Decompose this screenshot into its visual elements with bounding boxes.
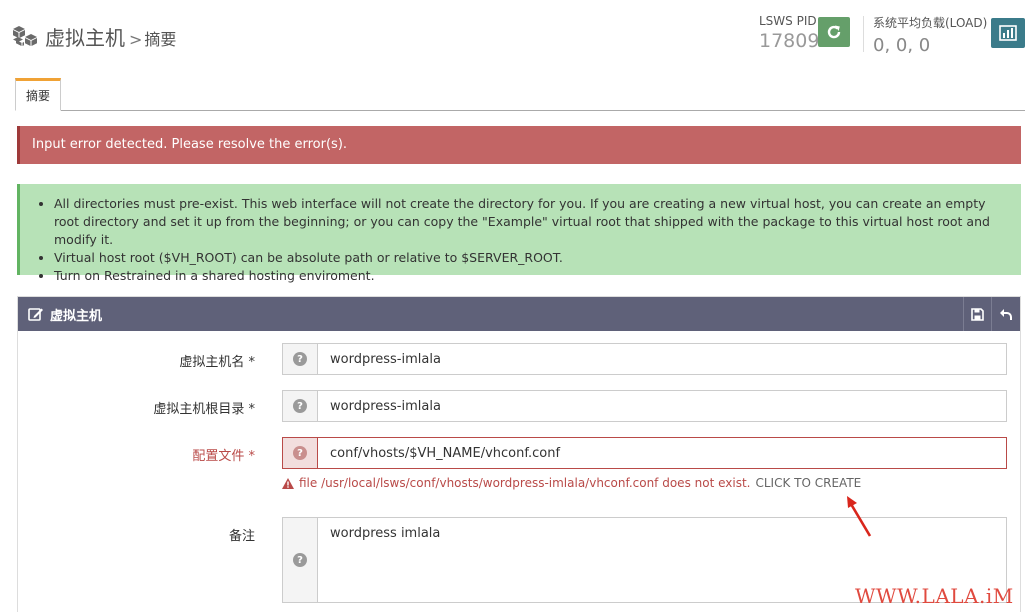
click-to-create-link[interactable]: CLICK TO CREATE	[755, 476, 861, 490]
cubes-icon	[13, 26, 37, 46]
panel-title: 虚拟主机	[28, 305, 102, 324]
panel-header: 虚拟主机	[18, 297, 1020, 331]
annotation-arrow	[847, 496, 872, 537]
question-circle-icon: ?	[293, 446, 307, 460]
load-block: 系统平均负载(LOAD) 0, 0, 0	[873, 14, 987, 56]
tab-summary[interactable]: 摘要	[15, 78, 61, 111]
edit-icon	[28, 308, 43, 321]
notes-help[interactable]: ?	[282, 517, 318, 603]
pid-label: LSWS PID	[759, 14, 817, 28]
breadcrumb-current: 摘要	[144, 30, 177, 49]
panel-title-text: 虚拟主机	[50, 309, 103, 324]
vhost-root-help[interactable]: ?	[282, 390, 318, 422]
question-circle-icon: ?	[293, 553, 307, 567]
save-button[interactable]	[963, 297, 991, 331]
bar-chart-icon	[999, 25, 1017, 41]
notes-label: 备注	[228, 529, 255, 544]
config-file-help[interactable]: ?	[282, 437, 318, 469]
config-file-label: 配置文件 *	[192, 449, 255, 464]
vhost-name-label: 虚拟主机名 *	[179, 355, 255, 370]
info-alert: All directories must pre-exist. This web…	[17, 184, 1021, 283]
info-item: Virtual host root ($VH_ROOT) can be abso…	[54, 249, 1001, 267]
breadcrumb: 虚拟主机 > 摘要	[45, 22, 176, 51]
breadcrumb-separator: >	[129, 30, 143, 49]
pid-block: LSWS PID 17809	[759, 14, 819, 52]
load-value: 0, 0, 0	[873, 35, 931, 56]
refresh-icon	[827, 25, 841, 39]
page-title: 虚拟主机	[45, 26, 125, 50]
pid-value: 17809	[759, 30, 820, 52]
vhost-root-label: 虚拟主机根目录 *	[153, 402, 255, 417]
save-icon	[971, 307, 984, 321]
info-item: All directories must pre-exist. This web…	[54, 195, 1001, 249]
question-circle-icon: ?	[293, 352, 307, 366]
header-divider	[863, 16, 864, 52]
watermark: WWW.LALA.iM	[855, 584, 1014, 608]
question-circle-icon: ?	[293, 399, 307, 413]
tab-bar: 摘要	[15, 78, 1025, 111]
error-text: file /usr/local/lsws/conf/vhosts/wordpre…	[299, 476, 751, 490]
page-header: 虚拟主机 > 摘要 LSWS PID 17809 系统平均负载(LOAD) 0, 0…	[0, 0, 1030, 78]
back-button[interactable]	[991, 297, 1020, 331]
config-file-error: file /usr/local/lsws/conf/vhosts/wordpre…	[282, 476, 861, 490]
undo-icon	[1000, 309, 1012, 320]
vhost-name-help[interactable]: ?	[282, 343, 318, 375]
warning-icon	[282, 477, 294, 489]
reload-button[interactable]	[818, 17, 850, 47]
stats-button[interactable]	[991, 18, 1025, 48]
vhost-root-input[interactable]: wordpress-imlala	[317, 390, 1007, 422]
info-item: Turn on Restrained in a shared hosting e…	[54, 267, 1001, 285]
vhost-name-input[interactable]: wordpress-imlala	[317, 343, 1007, 375]
config-file-input[interactable]: conf/vhosts/$VH_NAME/vhconf.conf	[317, 437, 1007, 469]
error-alert: Input error detected. Please resolve the…	[17, 126, 1021, 164]
load-label: 系统平均负载(LOAD)	[873, 16, 988, 30]
